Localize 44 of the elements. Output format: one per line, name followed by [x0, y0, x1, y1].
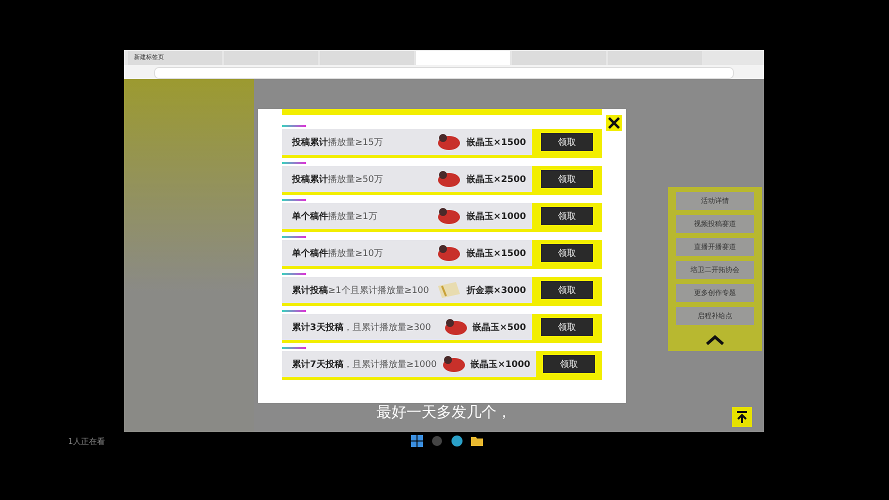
folder-icon[interactable]: [471, 435, 484, 447]
task-requirement: 单个稿件播放量≥1万: [292, 210, 378, 222]
windows-start-icon[interactable]: [411, 435, 424, 447]
claim-button[interactable]: 领取: [541, 133, 593, 151]
gem-icon: [436, 206, 462, 226]
reward-text: 嵌晶玉×2500: [466, 173, 526, 186]
accent-stripe: [282, 199, 306, 201]
ticket-icon: [436, 280, 462, 300]
accent-stripe: [282, 273, 306, 275]
claim-button[interactable]: 领取: [541, 170, 593, 188]
accent-stripe: [282, 162, 306, 164]
claim-button[interactable]: 领取: [541, 244, 593, 262]
accent-stripe: [282, 347, 306, 349]
reward-text: 折金票×3000: [466, 284, 526, 296]
gem-icon: [442, 317, 469, 337]
claim-button[interactable]: 领取: [541, 281, 593, 299]
accent-stripe: [282, 310, 306, 312]
back-to-top-icon[interactable]: [732, 407, 752, 427]
claim-button[interactable]: 领取: [543, 355, 596, 373]
close-icon[interactable]: [606, 115, 622, 131]
reward-text: 嵌晶玉×1000: [466, 210, 526, 222]
reward-text: 嵌晶玉×500: [472, 321, 526, 334]
reward-text: 嵌晶玉×1000: [470, 358, 530, 370]
claim-button[interactable]: 领取: [541, 207, 593, 225]
gem-icon: [436, 243, 462, 263]
claim-button[interactable]: 领取: [541, 318, 593, 336]
reward-text: 嵌晶玉×1500: [466, 247, 526, 260]
subtitle-caption: 最好一天多发几个，: [376, 403, 512, 422]
gem-icon: [436, 169, 462, 189]
accent-stripe: [282, 125, 306, 127]
chevron-up-icon[interactable]: [705, 334, 725, 346]
address-bar[interactable]: [154, 67, 734, 79]
task-requirement: 累计3天投稿，且累计播放量≥300: [292, 321, 432, 334]
gem-icon: [436, 132, 462, 152]
browser-icon[interactable]: [451, 435, 464, 447]
reward-text: 嵌晶玉×1500: [466, 136, 526, 148]
accent-stripe: [282, 236, 306, 238]
task-requirement: 投稿累计播放量≥50万: [292, 173, 384, 186]
task-requirement: 累计投稿≥1个且累计播放量≥100: [292, 284, 430, 296]
viewer-count: 1人正在看: [67, 436, 106, 446]
task-requirement: 单个稿件播放量≥10万: [292, 247, 384, 260]
gem-icon: [440, 354, 467, 374]
task-requirement: 累计7天投稿，且累计播放量≥1000: [292, 358, 437, 370]
task-requirement: 投稿累计播放量≥15万: [292, 136, 384, 148]
